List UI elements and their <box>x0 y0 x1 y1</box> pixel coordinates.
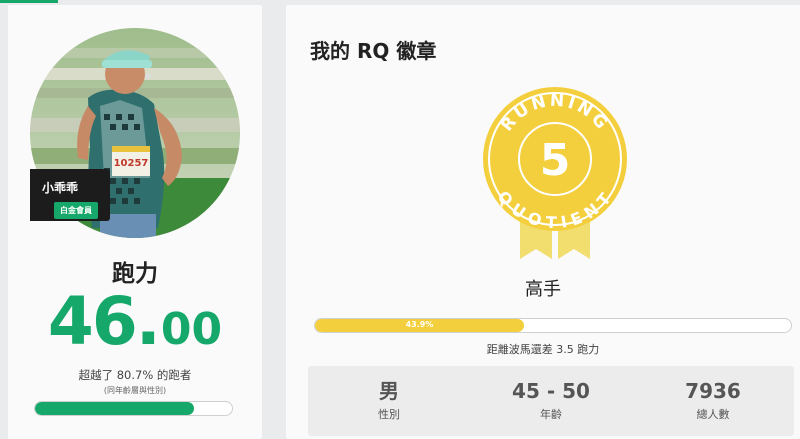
level-progress-label: 43.9% <box>405 320 434 329</box>
score-decimal-point: . <box>135 283 161 360</box>
badge-level-name: 高手 <box>525 279 561 300</box>
running-power-score: 46.00 <box>8 283 262 360</box>
section-title: 我的 RQ 徽章 <box>310 39 437 63</box>
remaining-to-boston-text: 距離波馬還差 3.5 跑力 <box>486 343 600 356</box>
level-progress-fill: 43.9% <box>315 319 524 332</box>
top-accent-line <box>0 0 58 3</box>
stat-value: 7936 <box>685 379 741 403</box>
stat-age: 45 - 50 年齡 <box>470 366 632 436</box>
stat-value: 45 - 50 <box>512 379 590 403</box>
percentile-note: (同年齡層與性別) <box>103 386 167 395</box>
score-integer: 46 <box>47 283 138 360</box>
score-decimal: 00 <box>160 304 223 355</box>
stat-gender: 男 性別 <box>308 366 470 436</box>
profile-card: 10257 小乖乖 白金會員 跑力 46.00 超越了 80.7% 的跑者 (同… <box>8 5 262 439</box>
rq-badge-icon: RUNNING QUOTIENT 5 <box>483 87 627 259</box>
level-progress-bar: 43.9% <box>314 318 792 333</box>
rq-badge: RUNNING QUOTIENT 5 <box>480 83 630 269</box>
user-name: 小乖乖 <box>42 181 79 195</box>
rq-badge-card: 我的 RQ 徽章 RUNNING QUOTIENT 5 高手 43.9% 距離波… <box>286 5 800 439</box>
badge-level-number: 5 <box>540 135 571 186</box>
percentile-progress-fill <box>35 402 194 415</box>
stat-label: 總人數 <box>696 408 730 421</box>
stat-label: 性別 <box>378 408 400 421</box>
stat-total: 7936 總人數 <box>632 366 794 436</box>
stat-label: 年齡 <box>540 408 562 421</box>
membership-tier-badge: 白金會員 <box>54 202 98 219</box>
stat-value: 男 <box>379 379 399 403</box>
stats-panel: 男 性別 45 - 50 年齡 7936 總人數 <box>308 366 794 436</box>
user-name-tag: 小乖乖 白金會員 <box>30 169 110 221</box>
percentile-progress-bar <box>34 401 233 416</box>
bib-number: 10257 <box>114 158 149 169</box>
percentile-text: 超越了 80.7% 的跑者 <box>78 368 192 382</box>
